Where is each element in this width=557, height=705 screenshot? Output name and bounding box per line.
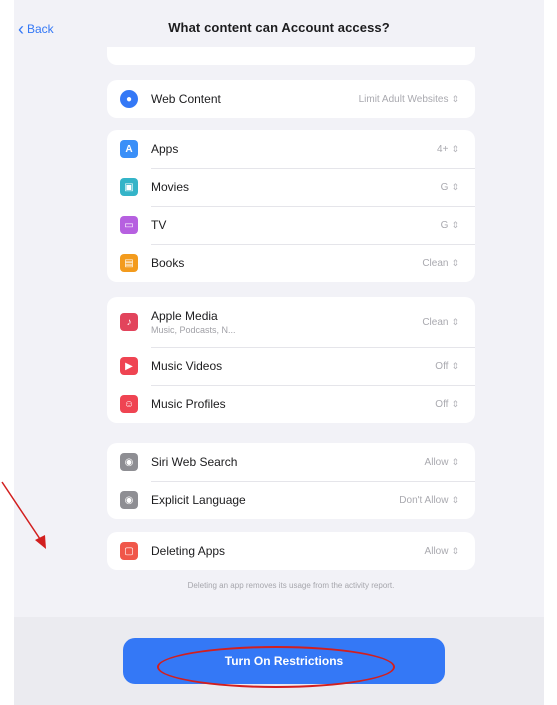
tv-icon: ▭ [120, 216, 138, 234]
setting-row-siri-web-search[interactable]: ◉ Siri Web Search Allow ⇕ [107, 443, 475, 481]
navigation-bar: ‹ Back What content can Account access? [14, 0, 544, 46]
footnote: Deleting an app removes its usage from t… [187, 581, 395, 590]
bottom-bar: Turn On Restrictions [14, 617, 544, 705]
setting-row-books[interactable]: ▤ Books Clean ⇕ [107, 244, 475, 282]
updown-icon: ⇕ [451, 316, 459, 327]
row-sublabel: Music, Podcasts, N... [151, 325, 236, 335]
row-value: Allow ⇕ [424, 545, 459, 557]
row-label: Apps [151, 142, 179, 156]
setting-row-music-profiles[interactable]: ☺ Music Profiles Off ⇕ [107, 385, 475, 423]
updown-icon: ⇕ [451, 143, 459, 154]
row-label: Music Profiles [151, 397, 226, 411]
row-label: Deleting Apps [151, 544, 226, 558]
row-value: Allow ⇕ [424, 456, 459, 468]
previous-group-edge [107, 47, 475, 65]
deleting-apps-group: ▢ Deleting Apps Allow ⇕ [107, 532, 475, 570]
app-store-icon: A [120, 140, 138, 158]
setting-row-apps[interactable]: A Apps 4+ ⇕ [107, 130, 475, 168]
web-content-group: ● Web Content Limit Adult Websites ⇕ [107, 80, 475, 118]
row-value: Don't Allow ⇕ [399, 494, 459, 506]
row-label: Web Content [151, 92, 221, 106]
row-value: G ⇕ [440, 219, 459, 231]
setting-row-web-content[interactable]: ● Web Content Limit Adult Websites ⇕ [107, 80, 475, 118]
setting-row-explicit-language[interactable]: ◉ Explicit Language Don't Allow ⇕ [107, 481, 475, 519]
book-icon: ▤ [120, 254, 138, 272]
music-video-icon: ▶ [120, 357, 138, 375]
row-label: Books [151, 256, 185, 270]
siri-group: ◉ Siri Web Search Allow ⇕ ◉ Explicit Lang… [107, 443, 475, 519]
content-restrictions-sheet: ‹ Back What content can Account access? … [14, 0, 544, 705]
updown-icon: ⇕ [451, 545, 459, 556]
row-value: Clean ⇕ [422, 316, 459, 328]
turn-on-restrictions-button[interactable]: Turn On Restrictions [123, 638, 445, 684]
row-label: TV [151, 218, 167, 232]
setting-row-tv[interactable]: ▭ TV G ⇕ [107, 206, 475, 244]
media-group: ♪ Apple Media Music, Podcasts, N... Clea… [107, 297, 475, 423]
siri-icon: ◉ [120, 453, 138, 471]
row-value: Off ⇕ [435, 360, 459, 372]
ratings-group: A Apps 4+ ⇕ ▣ Movies G ⇕ ▭ TV G ⇕ ▤ Books C… [107, 130, 475, 282]
row-value: 4+ ⇕ [437, 143, 459, 155]
updown-icon: ⇕ [451, 456, 459, 467]
row-label: Movies [151, 180, 190, 194]
siri-icon: ◉ [120, 491, 138, 509]
updown-icon: ⇕ [451, 181, 459, 192]
updown-icon: ⇕ [451, 93, 459, 104]
media-icon: ♪ [120, 313, 138, 331]
page-title: What content can Account access? [168, 20, 390, 35]
row-value: Clean ⇕ [422, 257, 459, 269]
setting-row-apple-media[interactable]: ♪ Apple Media Music, Podcasts, N... Clea… [107, 297, 475, 347]
row-value: Limit Adult Websites ⇕ [358, 93, 459, 105]
globe-icon: ● [120, 90, 138, 108]
delete-app-icon: ▢ [120, 542, 138, 560]
setting-row-music-videos[interactable]: ▶ Music Videos Off ⇕ [107, 347, 475, 385]
row-label: Siri Web Search [151, 455, 238, 469]
setting-row-movies[interactable]: ▣ Movies G ⇕ [107, 168, 475, 206]
setting-row-deleting-apps[interactable]: ▢ Deleting Apps Allow ⇕ [107, 532, 475, 570]
music-profile-icon: ☺ [120, 395, 138, 413]
updown-icon: ⇕ [451, 494, 459, 505]
film-icon: ▣ [120, 178, 138, 196]
row-label: Apple Media [151, 309, 218, 323]
updown-icon: ⇕ [451, 219, 459, 230]
row-label: Explicit Language [151, 493, 246, 507]
updown-icon: ⇕ [451, 398, 459, 409]
updown-icon: ⇕ [451, 257, 459, 268]
row-value: G ⇕ [440, 181, 459, 193]
row-label: Music Videos [151, 359, 223, 373]
row-value: Off ⇕ [435, 398, 459, 410]
updown-icon: ⇕ [451, 360, 459, 371]
